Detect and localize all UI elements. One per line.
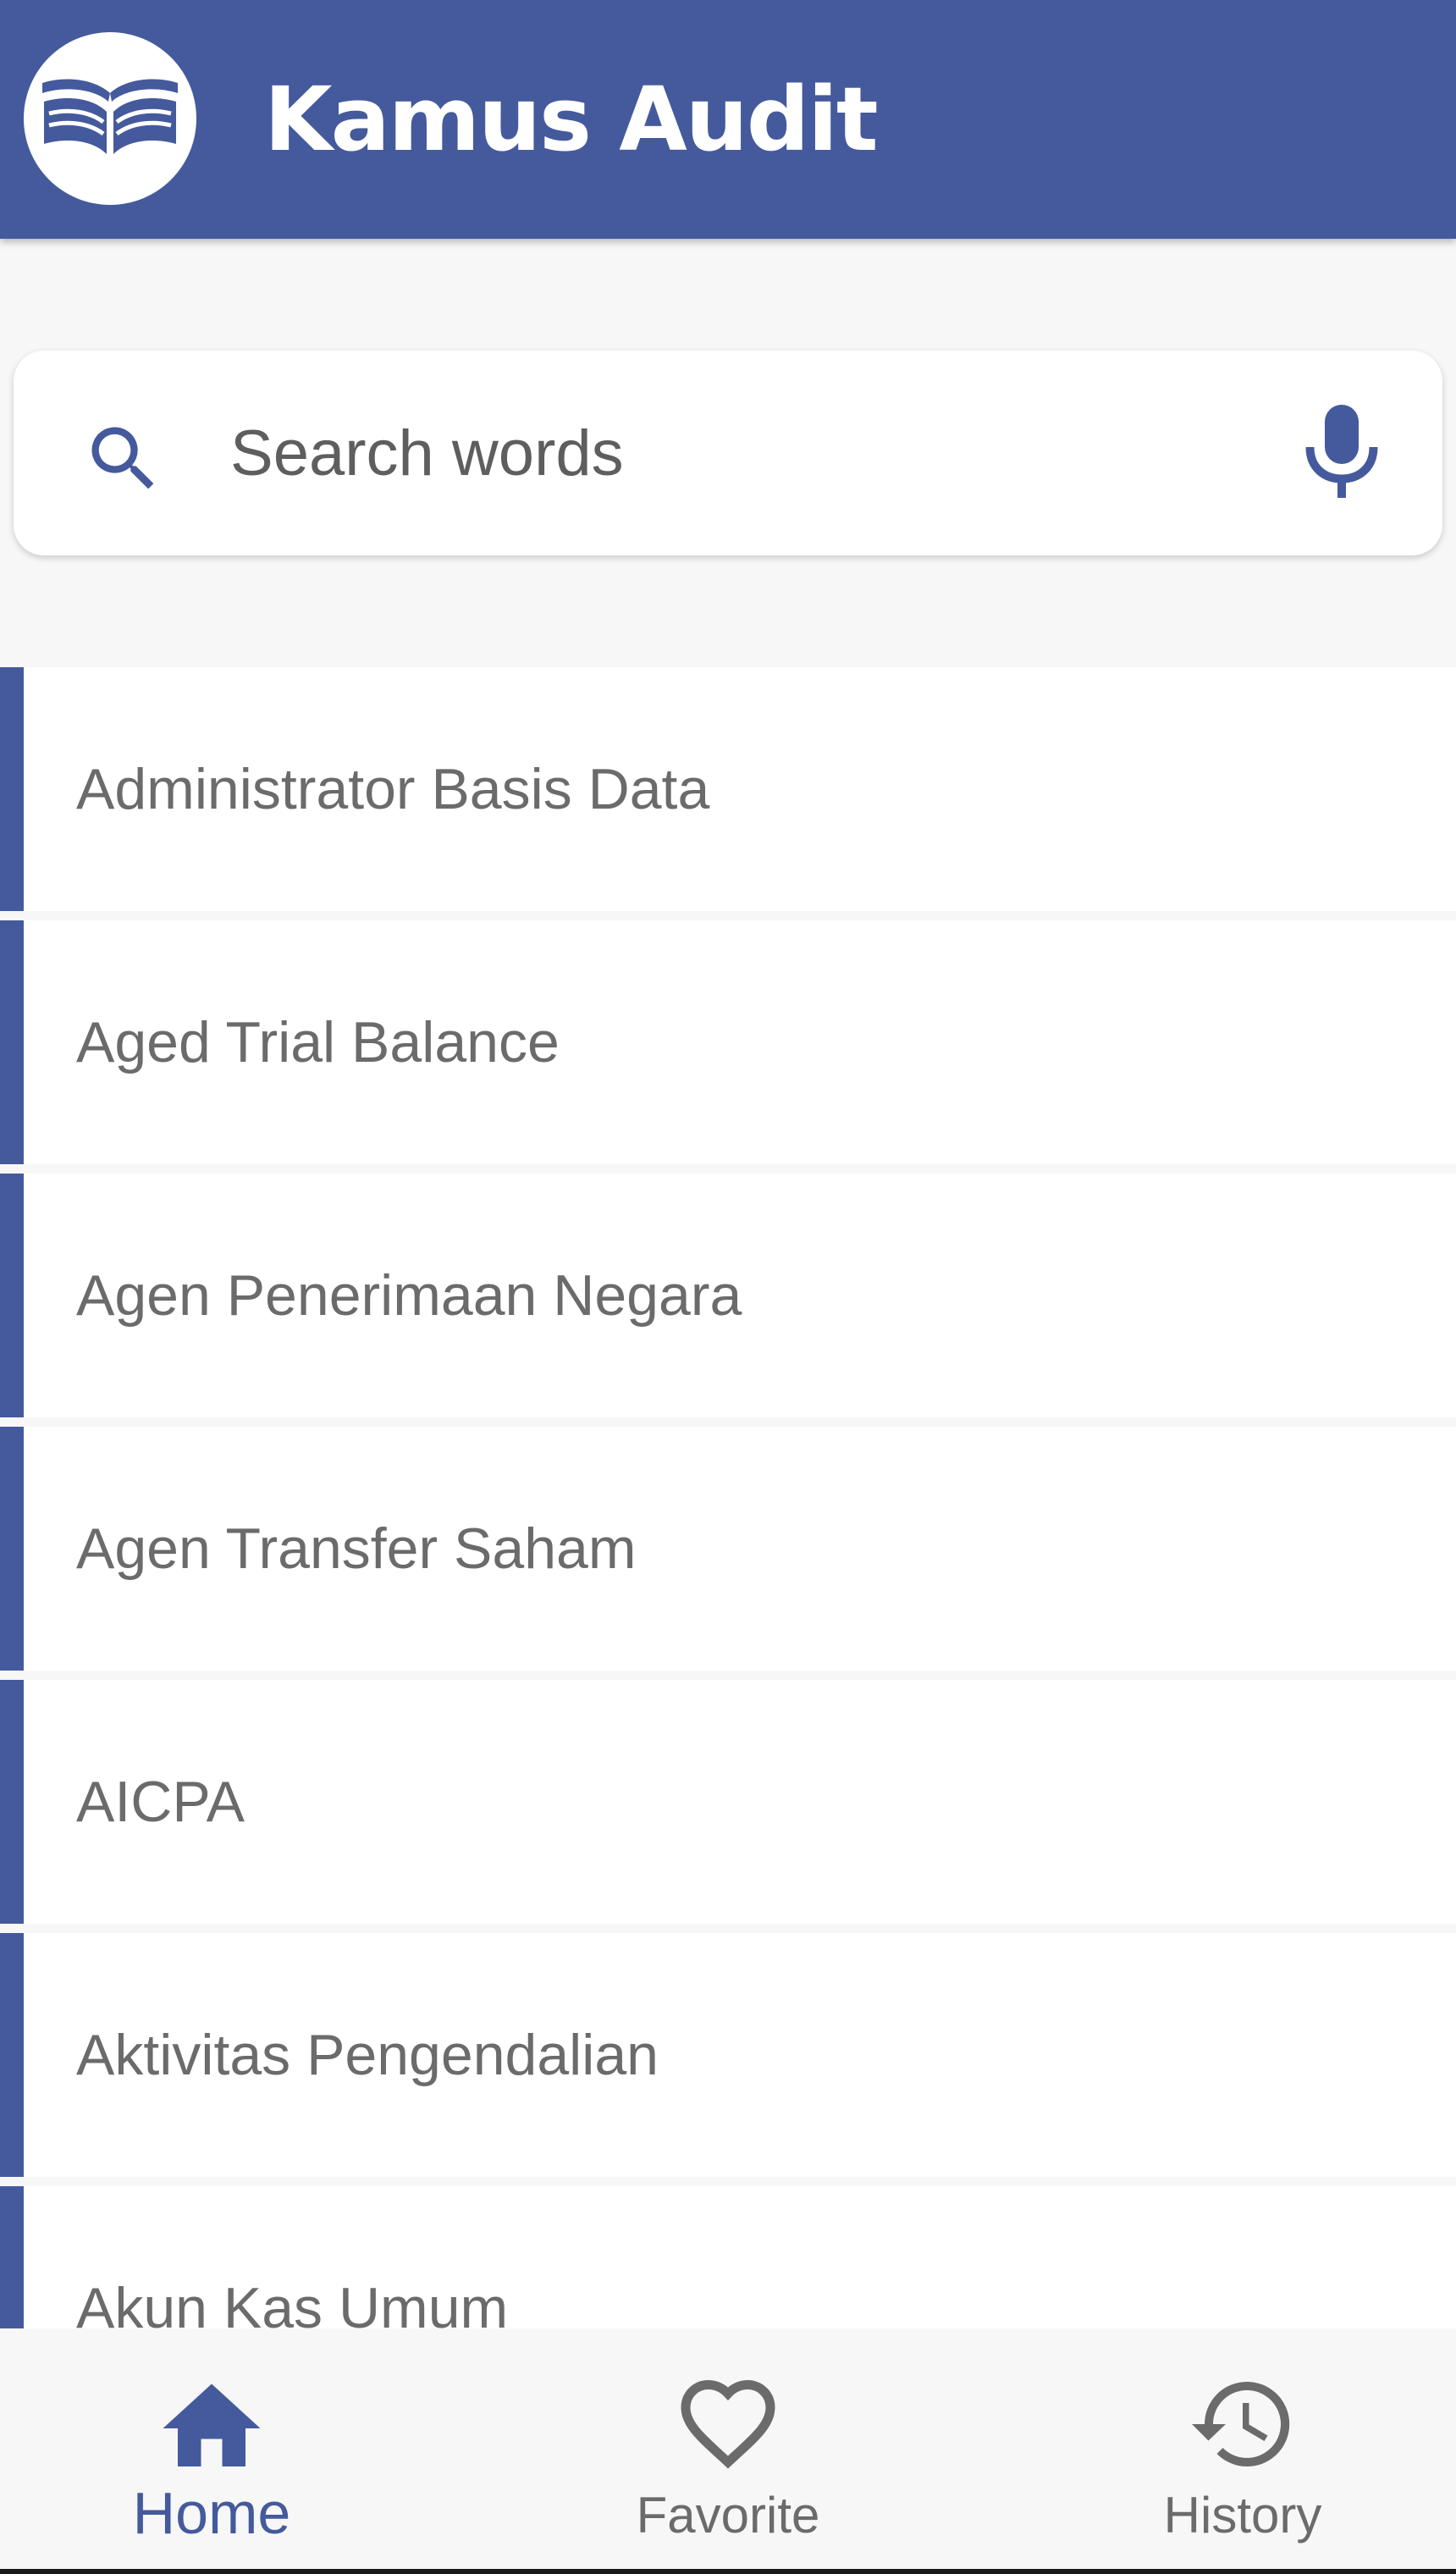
word-list: Administrator Basis Data Aged Trial Bala… — [0, 667, 1456, 2328]
nav-label-history: History — [1163, 2487, 1322, 2544]
word-label: Administrator Basis Data — [76, 757, 710, 821]
word-label: Akun Kas Umum — [76, 2276, 509, 2328]
home-icon — [163, 2383, 261, 2466]
app-logo — [24, 32, 196, 205]
word-list-item[interactable]: AICPA — [0, 1680, 1456, 1924]
nav-tab-home[interactable]: Home — [0, 2328, 423, 2569]
list-item-accent — [0, 1174, 24, 1417]
word-list-item[interactable]: Administrator Basis Data — [0, 667, 1456, 911]
word-label: AICPA — [76, 1770, 245, 1834]
nav-label-favorite: Favorite — [636, 2487, 820, 2544]
word-list-item[interactable]: Aktivitas Pengendalian — [0, 1933, 1456, 2177]
app-bar: Kamus Audit — [0, 0, 1456, 239]
app-title: Kamus Audit — [264, 68, 879, 171]
microphone-icon[interactable] — [1304, 405, 1380, 498]
word-label: Agen Penerimaan Negara — [76, 1263, 742, 1328]
nav-tab-favorite[interactable]: Favorite — [516, 2328, 940, 2569]
list-item-accent — [0, 1427, 24, 1671]
word-list-item[interactable]: Akun Kas Umum — [0, 2186, 1456, 2328]
word-label: Agen Transfer Saham — [76, 1516, 637, 1581]
open-book-icon — [42, 79, 178, 154]
word-list-item[interactable]: Agen Penerimaan Negara — [0, 1174, 1456, 1417]
list-item-accent — [0, 920, 24, 1164]
history-icon — [1192, 2381, 1290, 2466]
word-label: Aktivitas Pengendalian — [76, 2023, 659, 2087]
bottom-navigation: Home Favorite History — [0, 2328, 1456, 2574]
nav-label-home: Home — [132, 2480, 291, 2546]
list-item-accent — [0, 2186, 24, 2328]
nav-tab-history[interactable]: History — [1031, 2328, 1454, 2569]
word-list-item[interactable]: Aged Trial Balance — [0, 920, 1456, 1164]
list-item-accent — [0, 1933, 24, 2177]
word-list-item[interactable]: Agen Transfer Saham — [0, 1427, 1456, 1671]
list-item-accent — [0, 1680, 24, 1924]
search-bar[interactable] — [14, 351, 1442, 555]
search-input[interactable] — [230, 398, 1246, 508]
word-label: Aged Trial Balance — [76, 1010, 560, 1074]
search-icon[interactable] — [81, 417, 166, 501]
heart-icon — [681, 2379, 775, 2469]
list-item-accent — [0, 667, 24, 911]
